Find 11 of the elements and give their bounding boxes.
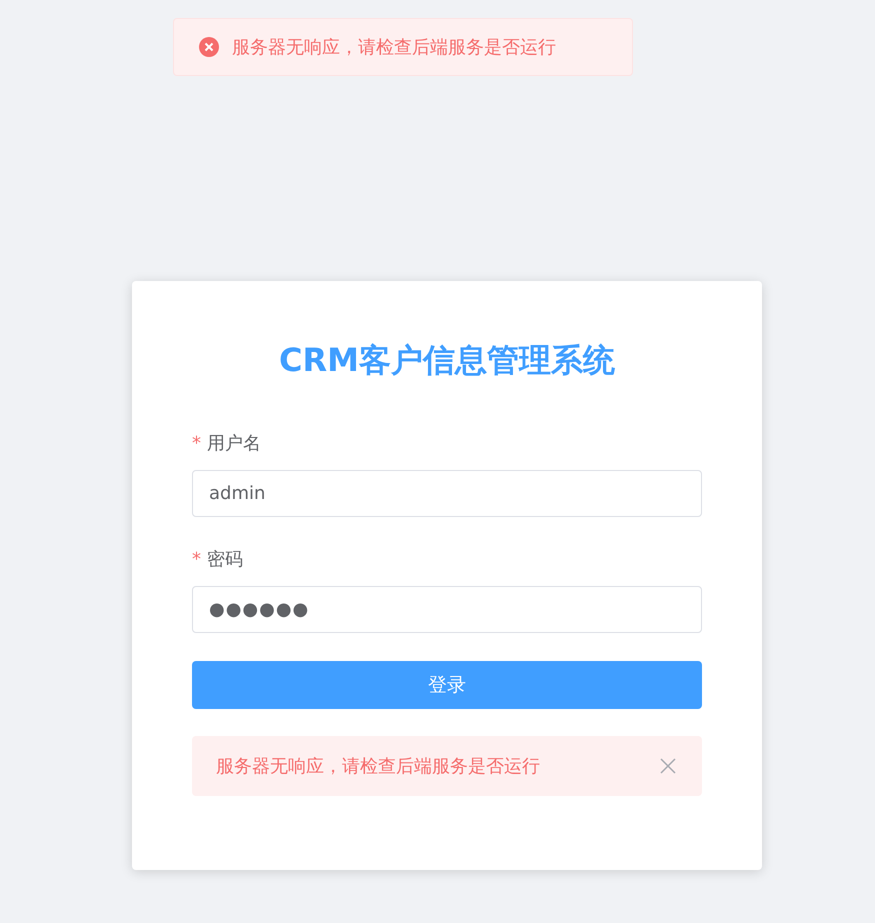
login-title: CRM客户信息管理系统 — [278, 341, 616, 380]
field-label: 密码 — [207, 548, 243, 572]
toast-message: 服务器无响应，请检查后端服务是否运行 — [232, 36, 556, 60]
close-icon[interactable] — [660, 758, 676, 774]
field-label: 用户名 — [207, 432, 261, 456]
required-mark: * — [192, 432, 201, 456]
username-field[interactable]: admin — [192, 470, 702, 518]
required-mark: * — [192, 548, 201, 572]
password-field[interactable]: ●●●●●● — [192, 586, 702, 634]
alert-message: 服务器无响应，请检查后端服务是否运行 — [216, 754, 540, 779]
error-icon — [198, 36, 220, 58]
